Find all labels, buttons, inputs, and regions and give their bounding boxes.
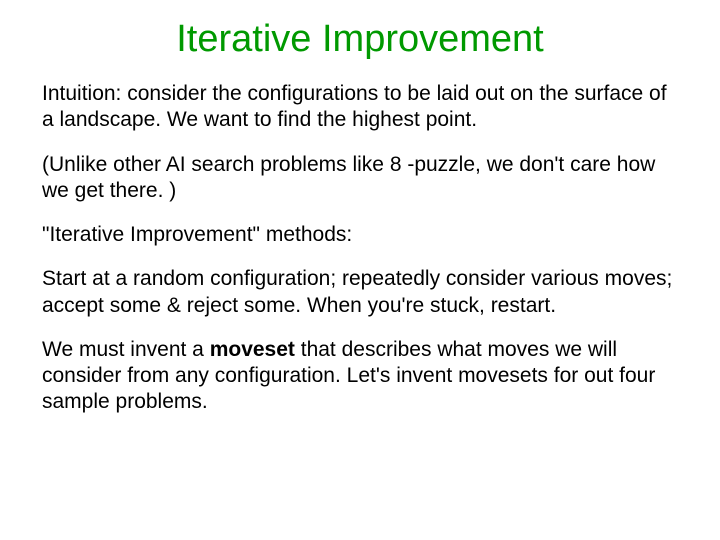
moveset-term: moveset — [210, 338, 295, 361]
slide-title: Iterative Improvement — [42, 18, 678, 61]
intuition-paragraph: Intuition: consider the configurations t… — [42, 81, 678, 134]
contrast-paragraph: (Unlike other AI search problems like 8 … — [42, 152, 678, 205]
methods-label: "Iterative Improvement" methods: — [42, 222, 678, 248]
moveset-pre: We must invent a — [42, 338, 210, 361]
procedure-paragraph: Start at a random configuration; repeate… — [42, 266, 678, 319]
moveset-paragraph: We must invent a moveset that describes … — [42, 337, 678, 416]
